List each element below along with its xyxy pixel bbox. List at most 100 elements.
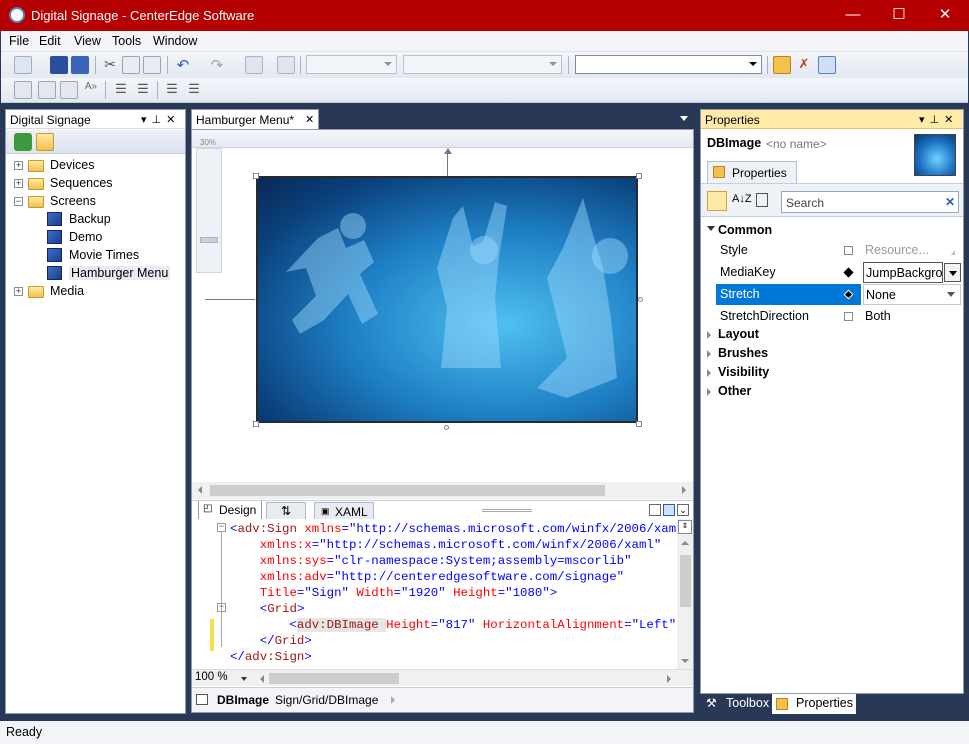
code-line[interactable]: <adv:DBImage Height = "817" HorizontalAlig… — [230, 618, 677, 634]
breadcrumb-chevron-icon[interactable] — [391, 696, 395, 704]
resource-picker-icon[interactable] — [951, 250, 955, 255]
tree-item-screens[interactable]: − Screens — [6, 192, 185, 210]
property-row-stretch[interactable]: Stretch None — [701, 284, 963, 305]
paste-icon[interactable] — [143, 56, 161, 74]
cut-icon[interactable]: ✂ — [101, 56, 119, 74]
save-icon[interactable] — [50, 56, 68, 74]
split-vertical-icon[interactable] — [649, 504, 661, 516]
resize-handle-bottom[interactable] — [444, 425, 449, 430]
splitter-grip[interactable] — [482, 509, 532, 512]
chevron-down-icon[interactable] — [947, 292, 955, 297]
swap-panes-button[interactable]: ⇅ — [266, 502, 306, 520]
filter-icon[interactable] — [756, 193, 768, 207]
property-row-style[interactable]: Style Resource... — [701, 240, 963, 261]
resize-handle-tl[interactable] — [253, 173, 259, 179]
tab-list-chevron-icon[interactable] — [680, 116, 688, 121]
categorized-icon[interactable] — [707, 191, 727, 211]
editor-hscroll-thumb[interactable] — [269, 673, 399, 684]
tree-item-hamburger-menu[interactable]: Hamburger Menu — [6, 264, 185, 282]
outdent-icon[interactable]: ☰ — [134, 81, 152, 99]
design-surface[interactable]: 30% — [192, 130, 693, 470]
xaml-tab[interactable]: ▣ XAML — [314, 502, 374, 520]
menu-file[interactable]: File — [9, 34, 29, 48]
category-layout[interactable]: Layout — [701, 325, 963, 344]
code-line[interactable]: xmlns:x="http://schemas.microsoft.com/wi… — [230, 538, 662, 554]
align-left-icon[interactable] — [14, 81, 32, 99]
design-tab[interactable]: ◰ Design — [198, 501, 262, 520]
property-value[interactable]: JumpBackgrou — [863, 262, 943, 283]
toolbox-tab[interactable]: ⚒ Toolbox — [702, 694, 772, 713]
expand-icon[interactable]: + — [14, 287, 23, 296]
search-clear-icon[interactable]: ✕ — [945, 195, 955, 209]
dropdown-button[interactable] — [944, 263, 961, 282]
zoom-slider[interactable] — [196, 148, 222, 273]
document-outline-icon[interactable] — [196, 694, 208, 705]
sort-alpha-icon[interactable]: A↓Z — [732, 193, 752, 205]
new-icon[interactable] — [14, 56, 32, 74]
refresh-icon[interactable] — [14, 133, 32, 151]
editor-scroll-thumb[interactable] — [680, 555, 691, 607]
zoom-chevron-icon[interactable] — [241, 677, 247, 681]
code-line[interactable]: xmlns:adv="http://centeredgesoftware.com… — [230, 570, 624, 586]
tree-item-sequences[interactable]: + Sequences — [6, 174, 185, 192]
element-combo[interactable] — [575, 55, 762, 74]
tools-icon[interactable]: ✗ — [795, 56, 813, 74]
close-tab-icon[interactable]: ✕ — [305, 113, 314, 126]
zoom-level[interactable]: 100 % — [195, 671, 228, 683]
property-value[interactable]: Both — [863, 306, 961, 327]
save-all-icon[interactable] — [71, 56, 89, 74]
minimize-button[interactable]: — — [830, 0, 876, 31]
preview-icon[interactable] — [818, 56, 836, 74]
numbered-list-icon[interactable]: ☰ — [185, 81, 203, 99]
editor-scroll-right-icon[interactable] — [667, 675, 671, 683]
code-line[interactable]: Title="Sign" Width="1920" Height="1080"> — [230, 586, 558, 602]
code-line[interactable]: </Grid> — [230, 634, 312, 650]
indent-icon[interactable]: ☰ — [112, 81, 130, 99]
menu-tools[interactable]: Tools — [112, 34, 141, 48]
resize-handle-right[interactable] — [638, 297, 643, 302]
category-brushes[interactable]: Brushes — [701, 344, 963, 363]
breadcrumb-path[interactable]: Sign/Grid/DBImage — [275, 693, 378, 707]
font-family-combo[interactable] — [306, 55, 397, 74]
new-folder-icon[interactable] — [36, 133, 54, 151]
maximize-button[interactable]: ☐ — [876, 0, 922, 31]
tree-item-movie-times[interactable]: Movie Times — [6, 246, 185, 264]
dbimage-element[interactable] — [256, 176, 638, 423]
font-size-combo[interactable] — [403, 55, 562, 74]
scroll-thumb[interactable] — [210, 485, 605, 496]
export-icon[interactable] — [277, 56, 295, 74]
menu-view[interactable]: View — [74, 34, 101, 48]
search-input[interactable]: Search ✕ — [781, 191, 959, 213]
resize-handle-br[interactable] — [636, 421, 642, 427]
align-right-icon[interactable] — [60, 81, 78, 99]
properties-tab[interactable]: Properties — [707, 161, 797, 183]
code-line[interactable]: </adv:Sign> — [230, 650, 312, 666]
category-visibility[interactable]: Visibility — [701, 363, 963, 382]
properties-bottom-tab[interactable]: Properties — [772, 694, 856, 714]
menu-edit[interactable]: Edit — [39, 34, 61, 48]
menu-window[interactable]: Window — [153, 34, 197, 48]
split-horizontal-icon[interactable] — [663, 504, 675, 516]
expand-icon[interactable]: + — [14, 179, 23, 188]
code-line[interactable]: <adv:Sign xmlns="http://schemas.microsof… — [230, 522, 677, 538]
zoom-thumb[interactable] — [200, 237, 218, 243]
scroll-up-icon[interactable] — [681, 541, 689, 545]
property-marker-icon[interactable] — [844, 312, 853, 321]
text-size-icon[interactable]: A» — [82, 81, 100, 99]
copy-icon[interactable] — [122, 56, 140, 74]
tree-item-devices[interactable]: + Devices — [6, 156, 185, 174]
scroll-right-icon[interactable] — [682, 486, 686, 494]
property-value[interactable]: Resource... — [863, 240, 961, 261]
import-icon[interactable] — [245, 56, 263, 74]
property-row-stretchdirection[interactable]: StretchDirection Both — [701, 306, 963, 327]
tree-item-media[interactable]: + Media — [6, 282, 185, 300]
list-icon[interactable]: ☰ — [163, 81, 181, 99]
settings-icon[interactable] — [773, 56, 791, 74]
property-marker-icon[interactable] — [844, 246, 853, 255]
split-editor-icon[interactable]: ⇕ — [678, 520, 692, 534]
code-line[interactable]: <Grid> — [230, 602, 305, 618]
xaml-editor[interactable]: − − <adv:Sign xmlns="http://schemas.micr… — [192, 519, 693, 669]
element-name[interactable]: <no name> — [766, 137, 827, 151]
tree-item-backup[interactable]: Backup — [6, 210, 185, 228]
resize-handle-tr[interactable] — [636, 173, 642, 179]
